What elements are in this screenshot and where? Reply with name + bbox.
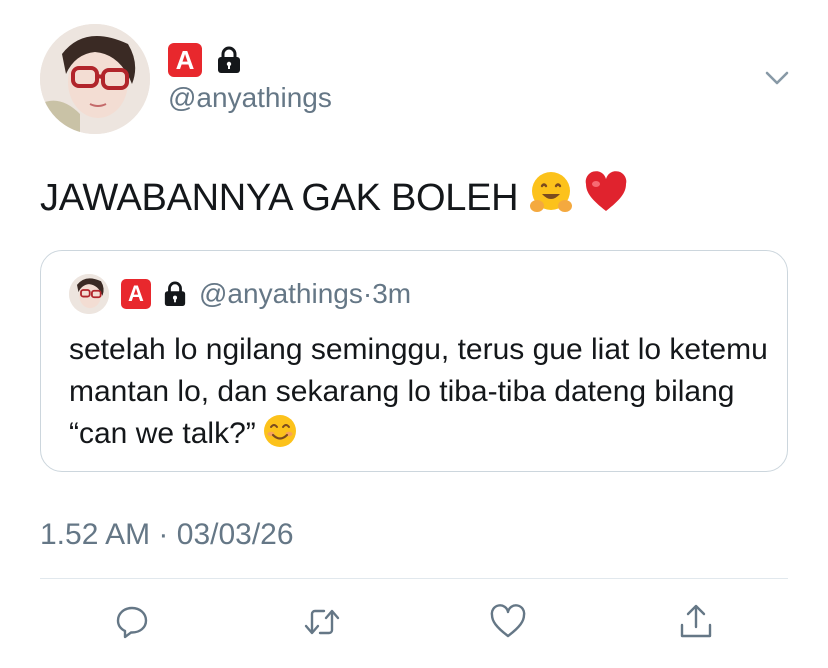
- smiling-face-icon: [262, 413, 298, 461]
- divider: [40, 578, 788, 579]
- author-name-row[interactable]: A: [168, 42, 242, 78]
- quoted-tweet[interactable]: A @anyathings·3m setelah lo ngilang semi…: [40, 250, 788, 472]
- quoted-meta: @anyathings·3m: [199, 278, 411, 310]
- avatar[interactable]: [40, 24, 150, 134]
- retweet-button[interactable]: [300, 600, 344, 644]
- tweet-date: 03/03/26: [176, 518, 294, 551]
- quoted-handle: @anyathings: [199, 278, 363, 309]
- quoted-body: setelah lo ngilang seminggu, terus gue l…: [69, 333, 768, 450]
- heart-icon: [490, 604, 526, 638]
- share-button[interactable]: [674, 600, 718, 644]
- reply-icon: [116, 606, 148, 639]
- tweet-timestamp[interactable]: 1.52 AM · 03/03/26: [40, 518, 294, 552]
- tweet-text: JAWABANNYA GAK BOLEH: [40, 170, 628, 226]
- a-button-emoji-icon: A: [121, 279, 151, 309]
- hugging-face-icon: [528, 170, 574, 226]
- author-handle[interactable]: @anyathings: [168, 82, 332, 114]
- lock-icon: [163, 281, 187, 307]
- reply-button[interactable]: [110, 600, 154, 644]
- retweet-icon: [304, 609, 340, 635]
- a-button-emoji-icon: A: [168, 43, 202, 77]
- quoted-tweet-text: setelah lo ngilang seminggu, terus gue l…: [69, 329, 769, 461]
- red-heart-icon: [584, 171, 628, 225]
- tweet-time: 1.52 AM: [40, 518, 151, 551]
- tweet-body: JAWABANNYA GAK BOLEH: [40, 176, 519, 219]
- quoted-tweet-header: A @anyathings·3m: [69, 273, 411, 315]
- quoted-avatar: [69, 274, 109, 314]
- action-bar: [0, 600, 828, 646]
- meta-separator: ·: [362, 278, 373, 309]
- lock-icon: [216, 46, 242, 74]
- chevron-down-icon[interactable]: [764, 68, 790, 88]
- share-icon: [680, 604, 712, 638]
- like-button[interactable]: [486, 600, 530, 644]
- quoted-time: 3m: [372, 278, 412, 309]
- timestamp-separator: ·: [158, 518, 169, 551]
- avatar-photo: [40, 24, 150, 134]
